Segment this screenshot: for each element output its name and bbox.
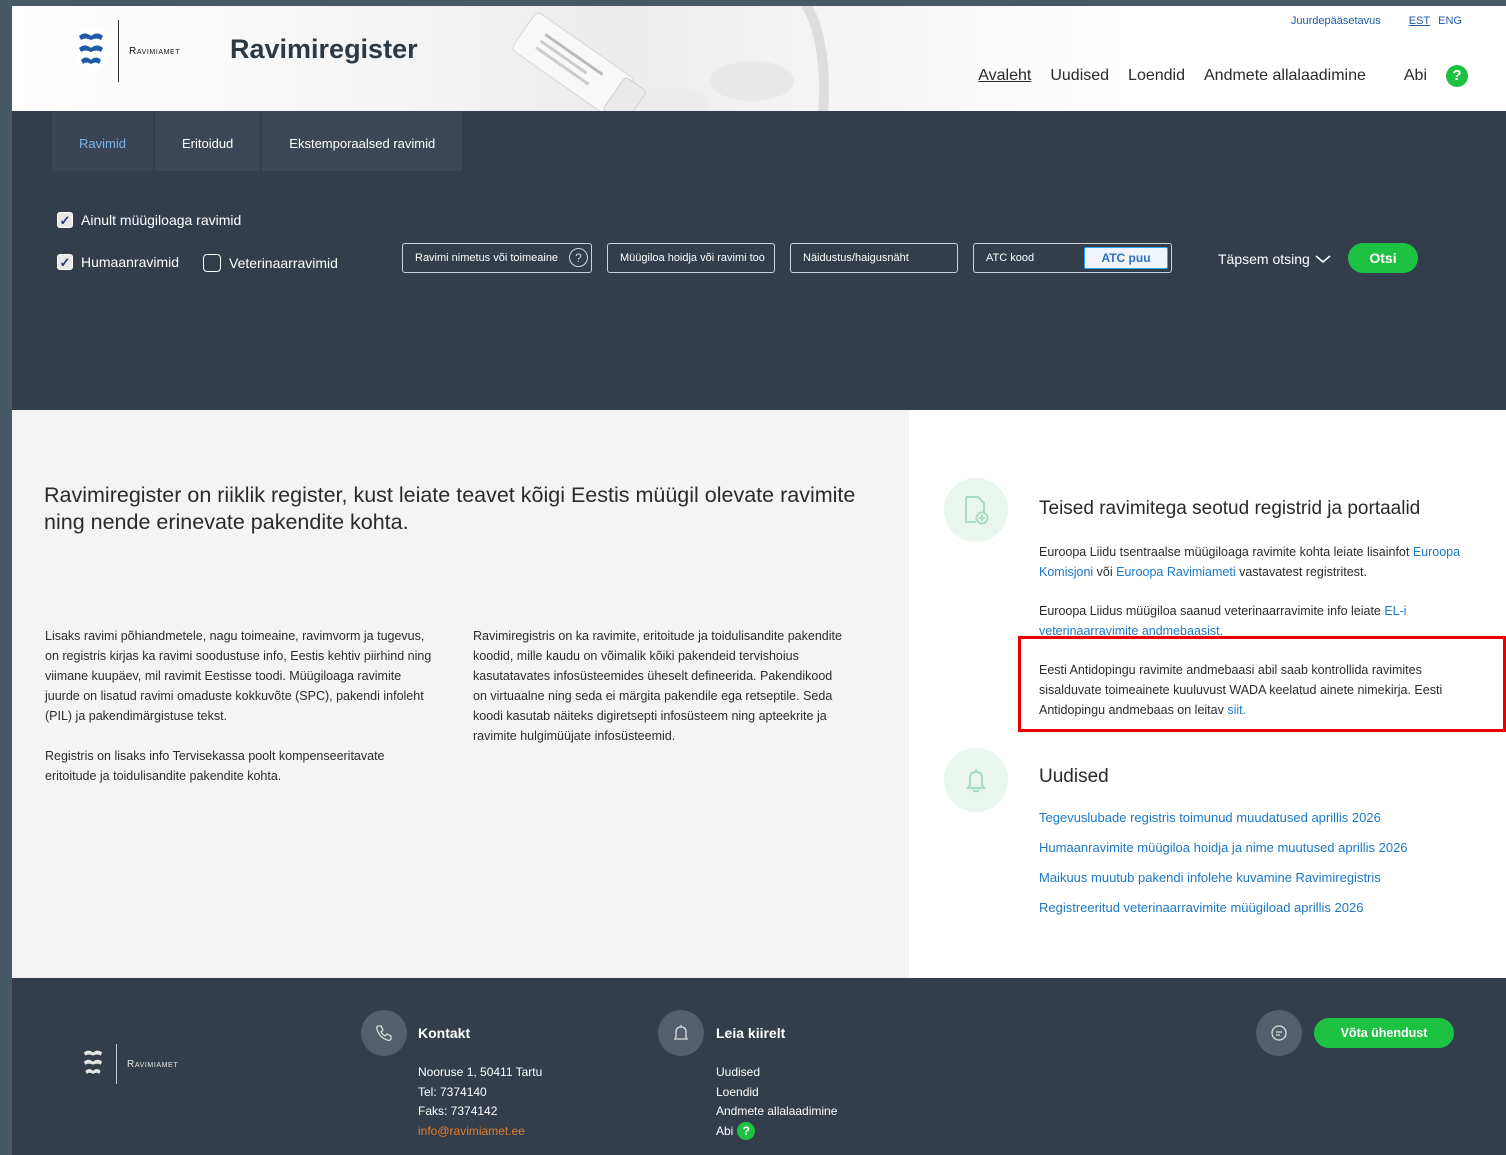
medicine-name-placeholder: Ravimi nimetus või toimeaine — [415, 252, 559, 264]
atc-code-placeholder: ATC kood — [986, 252, 1035, 264]
news-link[interactable]: Registreeritud veterinaarravimite müügil… — [1039, 900, 1363, 915]
atc-tree-button[interactable]: ATC puu — [1084, 247, 1168, 269]
tab-ekstemporaalsed-ravimid[interactable]: Ekstemporaalsed ravimid — [262, 111, 463, 171]
about-column-2: Ravimiregistris on ka ravimite, eritoitu… — [473, 626, 843, 766]
only-licensed-checkbox[interactable]: Ainult müügiloaga ravimid — [57, 212, 241, 228]
indication-input[interactable]: Näidustus/haigusnäht — [790, 243, 958, 273]
text: vastavatest registritest. — [1235, 565, 1367, 579]
tab-eritoidud[interactable]: Eritoidud — [154, 111, 261, 171]
human-medicines-label: Humaanravimid — [81, 254, 180, 270]
accessibility-link[interactable]: Juurdepääsetavus — [1291, 15, 1381, 27]
license-holder-input[interactable]: Müügiloa hoidja või ravimi tootja — [607, 243, 775, 273]
contact-email-link[interactable]: info@ravimiamet.ee — [418, 1124, 525, 1138]
chevron-down-icon — [1315, 255, 1331, 264]
help-icon: ? — [737, 1122, 756, 1141]
contact-details: Nooruse 1, 50411 Tartu Tel: 7374140 Faks… — [418, 1063, 542, 1141]
text: Euroopa Liidus müügiloa saanud veterinaa… — [1039, 604, 1385, 618]
red-highlight-box — [1018, 636, 1506, 732]
veterinary-medicines-label: Veterinaarravimid — [229, 255, 338, 271]
logo-divider — [118, 20, 119, 82]
news-link[interactable]: Tegevuslubade registris toimunud muudatu… — [1039, 810, 1381, 825]
advanced-search-toggle[interactable]: Täpsem otsing — [1218, 251, 1331, 267]
ema-link[interactable]: Euroopa Ravimiameti — [1116, 565, 1236, 579]
main-nav: Avalеht Uudised Loendid Andmete allalaad… — [959, 65, 1468, 87]
news-link[interactable]: Humaanravimite müügiloa hoidja ja nime m… — [1039, 840, 1408, 855]
bell-icon — [658, 1010, 704, 1056]
only-licensed-label: Ainult müügiloaga ravimid — [81, 212, 242, 228]
tab-ravimid[interactable]: Ravimid — [52, 111, 153, 171]
nav-andmete-allalaadimine[interactable]: Andmete allalaadimine — [1204, 67, 1366, 85]
site-title[interactable]: Ravimiregister — [230, 34, 418, 65]
bell-icon — [944, 748, 1008, 812]
human-medicines-checkbox[interactable]: Humaanravimid — [57, 254, 179, 270]
lang-eng-link[interactable]: ENG — [1438, 15, 1462, 27]
phone-icon — [361, 1010, 407, 1056]
coat-of-arms-icon — [83, 1050, 103, 1074]
about-paragraph: Lisaks ravimi põhiandmetele, nagu toimea… — [45, 629, 432, 723]
nav-abi-label: Abi — [1403, 67, 1427, 85]
nav-uudised[interactable]: Uudised — [1050, 67, 1109, 85]
advanced-search-label: Täpsem otsing — [1218, 251, 1310, 267]
contact-address: Nooruse 1, 50411 Tartu — [418, 1065, 543, 1079]
nav-loendid[interactable]: Loendid — [1128, 67, 1185, 85]
license-holder-placeholder: Müügiloa hoidja või ravimi tootja — [620, 252, 765, 264]
main-content: Ravimiregister on riiklik register, kust… — [12, 410, 1506, 978]
indication-placeholder: Näidustus/haigusnäht — [803, 252, 909, 264]
veterinary-medicines-checkbox[interactable]: Veterinaarravimid — [203, 254, 338, 272]
chat-icon — [1256, 1010, 1302, 1056]
help-icon: ? — [1446, 65, 1468, 87]
news-heading: Uudised — [1039, 766, 1109, 787]
lang-est-link[interactable]: EST — [1409, 15, 1430, 27]
contact-fax: Faks: 7374142 — [418, 1104, 498, 1118]
contact-heading: Kontakt — [418, 1025, 471, 1041]
footer-logo-text: Ravimiamet — [127, 1058, 179, 1070]
question-mark-icon[interactable]: ? — [569, 248, 588, 267]
intro-heading: Ravimiregister on riiklik register, kust… — [44, 483, 856, 534]
about-paragraph: Ravimiregistris on ka ravimite, eritoitu… — [473, 629, 842, 743]
quick-links: Uudised Loendid Andmete allalaadimine Ab… — [716, 1063, 837, 1141]
registers-paragraph-1: Euroopa Liidu tsentraalse müügiloaga rav… — [1039, 542, 1484, 582]
search-panel: Ravimid Eritoidud Ekstemporaalsed ravimi… — [12, 111, 1506, 410]
header-pill-bottle-image — [512, 6, 829, 126]
about-paragraph: Registris on lisaks info Tervisekassa po… — [45, 749, 385, 783]
footer-link-andmete-allalaadimine[interactable]: Andmete allalaadimine — [716, 1104, 837, 1118]
registers-heading: Teised ravimitega seotud registrid ja po… — [1039, 498, 1421, 519]
footer-link-uudised[interactable]: Uudised — [716, 1065, 760, 1079]
nav-abi[interactable]: Abi? — [1385, 65, 1468, 87]
utility-links: Juurdepääsetavus EST ENG — [1291, 15, 1462, 27]
logo-divider — [116, 1044, 117, 1084]
search-button[interactable]: Otsi — [1348, 243, 1418, 273]
document-plus-icon — [944, 478, 1008, 542]
medicine-name-input[interactable]: Ravimi nimetus või toimeaine ? — [402, 243, 592, 273]
about-section: Ravimiregister on riiklik register, kust… — [12, 410, 909, 978]
text: Euroopa Liidu tsentraalse müügiloaga rav… — [1039, 545, 1413, 559]
contact-phone: Tel: 7374140 — [418, 1084, 487, 1099]
coat-of-arms-icon — [75, 29, 107, 74]
site-footer: Ravimiamet Kontakt Nooruse 1, 50411 Tart… — [12, 978, 1506, 1155]
logo-text: Ravimiamet — [129, 45, 181, 57]
search-tabs: Ravimid Eritoidud Ekstemporaalsed ravimi… — [52, 111, 464, 171]
page-frame: Ravimiamet Ravimiregister Juurdepääsetav… — [12, 6, 1506, 1155]
checkbox-checked-icon — [57, 212, 73, 228]
checkbox-empty-icon — [203, 254, 221, 272]
footer-link-loendid[interactable]: Loendid — [716, 1085, 759, 1099]
site-header: Ravimiamet Ravimiregister Juurdepääsetav… — [12, 6, 1506, 126]
footer-link-abi[interactable]: Abi — [716, 1124, 733, 1138]
news-link[interactable]: Maikuus muutub pakendi infolehe kuvamine… — [1039, 870, 1381, 885]
quick-links-heading: Leia kiirelt — [716, 1025, 786, 1041]
about-column-1: Lisaks ravimi põhiandmetele, nagu toimea… — [45, 626, 435, 806]
contact-us-button[interactable]: Võta ühendust — [1314, 1018, 1454, 1048]
text: või — [1093, 565, 1117, 579]
ravimiamet-logo[interactable]: Ravimiamet — [74, 20, 180, 82]
footer-logo[interactable]: Ravimiamet — [80, 1044, 178, 1084]
registers-paragraph-2: Euroopa Liidus müügiloa saanud veterinaa… — [1039, 601, 1484, 641]
language-switch: EST ENG — [1409, 15, 1462, 27]
nav-avaleht[interactable]: Avalеht — [978, 67, 1031, 85]
checkbox-checked-icon — [57, 254, 73, 270]
atc-code-input[interactable]: ATC kood ATC puu — [973, 243, 1172, 273]
